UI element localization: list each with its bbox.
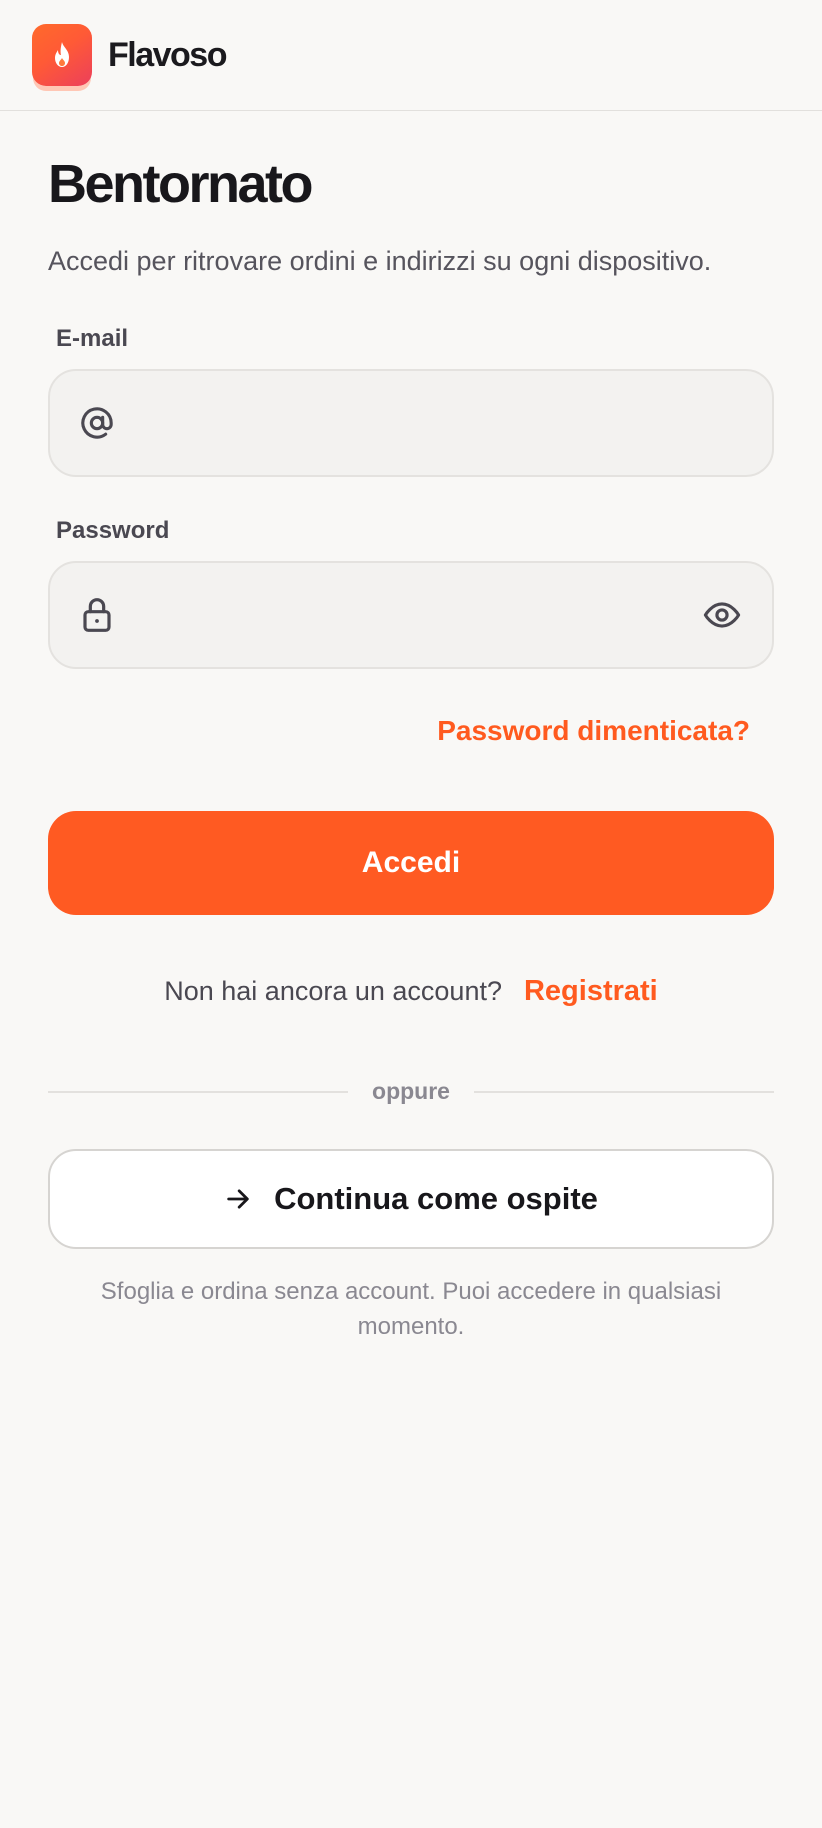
page-title: Bentornato — [48, 154, 313, 214]
app-header: Flavoso — [0, 0, 822, 111]
divider-line-right — [473, 1090, 775, 1093]
arrow-right-icon — [224, 1185, 252, 1213]
signup-row: Non hai ancora un account? Registrati — [48, 975, 774, 1008]
at-sign-icon — [80, 406, 114, 440]
login-form: Bentornato Accedi per ritrovare ordini e… — [0, 154, 822, 1345]
password-field-container — [48, 561, 774, 670]
divider-label: oppure — [372, 1078, 450, 1105]
guest-button[interactable]: Continua come ospite — [48, 1149, 774, 1250]
email-input[interactable] — [134, 371, 742, 476]
eye-icon[interactable] — [702, 595, 742, 635]
password-input[interactable] — [134, 563, 702, 668]
flame-icon — [55, 42, 69, 67]
email-label: E-mail — [56, 325, 129, 353]
forgot-password-row: Password dimenticata? — [48, 715, 774, 747]
page-subtitle: Accedi per ritrovare ordini e indirizzi … — [48, 246, 712, 277]
app-logo — [32, 24, 92, 86]
password-label: Password — [56, 517, 170, 545]
email-field-container — [48, 369, 774, 478]
app-name: Flavoso — [108, 35, 227, 74]
divider-line-left — [48, 1090, 349, 1093]
guest-note: Sfoglia e ordina senza account. Puoi acc… — [100, 1278, 722, 1341]
forgot-password-link[interactable]: Password dimenticata? — [437, 715, 750, 746]
signup-link[interactable]: Registrati — [524, 975, 658, 1007]
guest-button-label: Continua come ospite — [274, 1181, 598, 1217]
lock-icon — [80, 598, 114, 633]
or-divider: oppure — [48, 1078, 775, 1105]
signup-prompt: Non hai ancora un account? — [164, 976, 502, 1007]
login-button[interactable]: Accedi — [48, 811, 774, 916]
